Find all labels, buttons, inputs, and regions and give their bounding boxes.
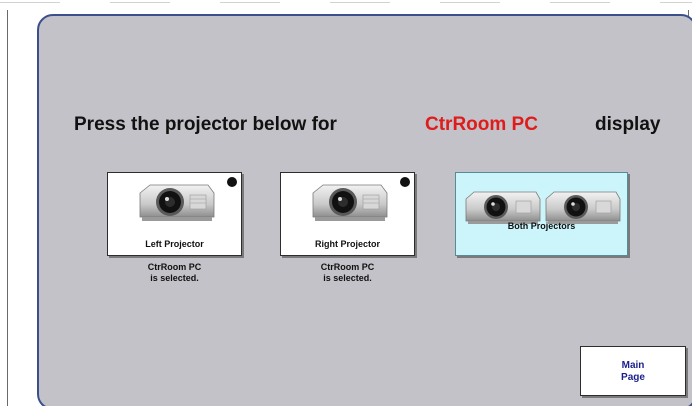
left-projector-status: CtrRoom PC is selected.: [107, 262, 242, 284]
right-status-line1: CtrRoom PC: [320, 262, 375, 272]
right-status-line2: is selected.: [323, 273, 372, 283]
main-page-line2: Page: [621, 372, 645, 383]
left-projector-label: Left Projector: [145, 239, 204, 249]
both-projectors-button[interactable]: Both Projectors: [455, 172, 628, 256]
status-dot-icon: [227, 177, 237, 187]
main-page-button[interactable]: Main Page: [580, 346, 686, 396]
main-page-line1: Main: [621, 360, 645, 371]
instruction-heading: Press the projector below for CtrRoom PC…: [74, 114, 660, 136]
instruction-prefix: Press the projector below for: [74, 114, 337, 135]
right-projector-status: CtrRoom PC is selected.: [280, 262, 415, 284]
top-divider: [0, 2, 692, 3]
projector-control-page: Press the projector below for CtrRoom PC…: [0, 0, 692, 406]
right-projector-button[interactable]: Right Projector: [280, 172, 415, 256]
source-name: CtrRoom PC: [425, 114, 538, 135]
status-dot-icon: [400, 177, 410, 187]
instruction-suffix: display: [595, 114, 661, 135]
projector-icon: [139, 184, 215, 221]
right-projector-label: Right Projector: [314, 239, 380, 249]
projector-icon: [312, 184, 388, 221]
both-projectors-label: Both Projectors: [507, 221, 576, 231]
left-status-line1: CtrRoom PC: [147, 262, 202, 272]
left-projector-button[interactable]: Left Projector: [107, 172, 242, 256]
left-status-line2: is selected.: [150, 273, 199, 283]
left-divider: [7, 10, 8, 406]
